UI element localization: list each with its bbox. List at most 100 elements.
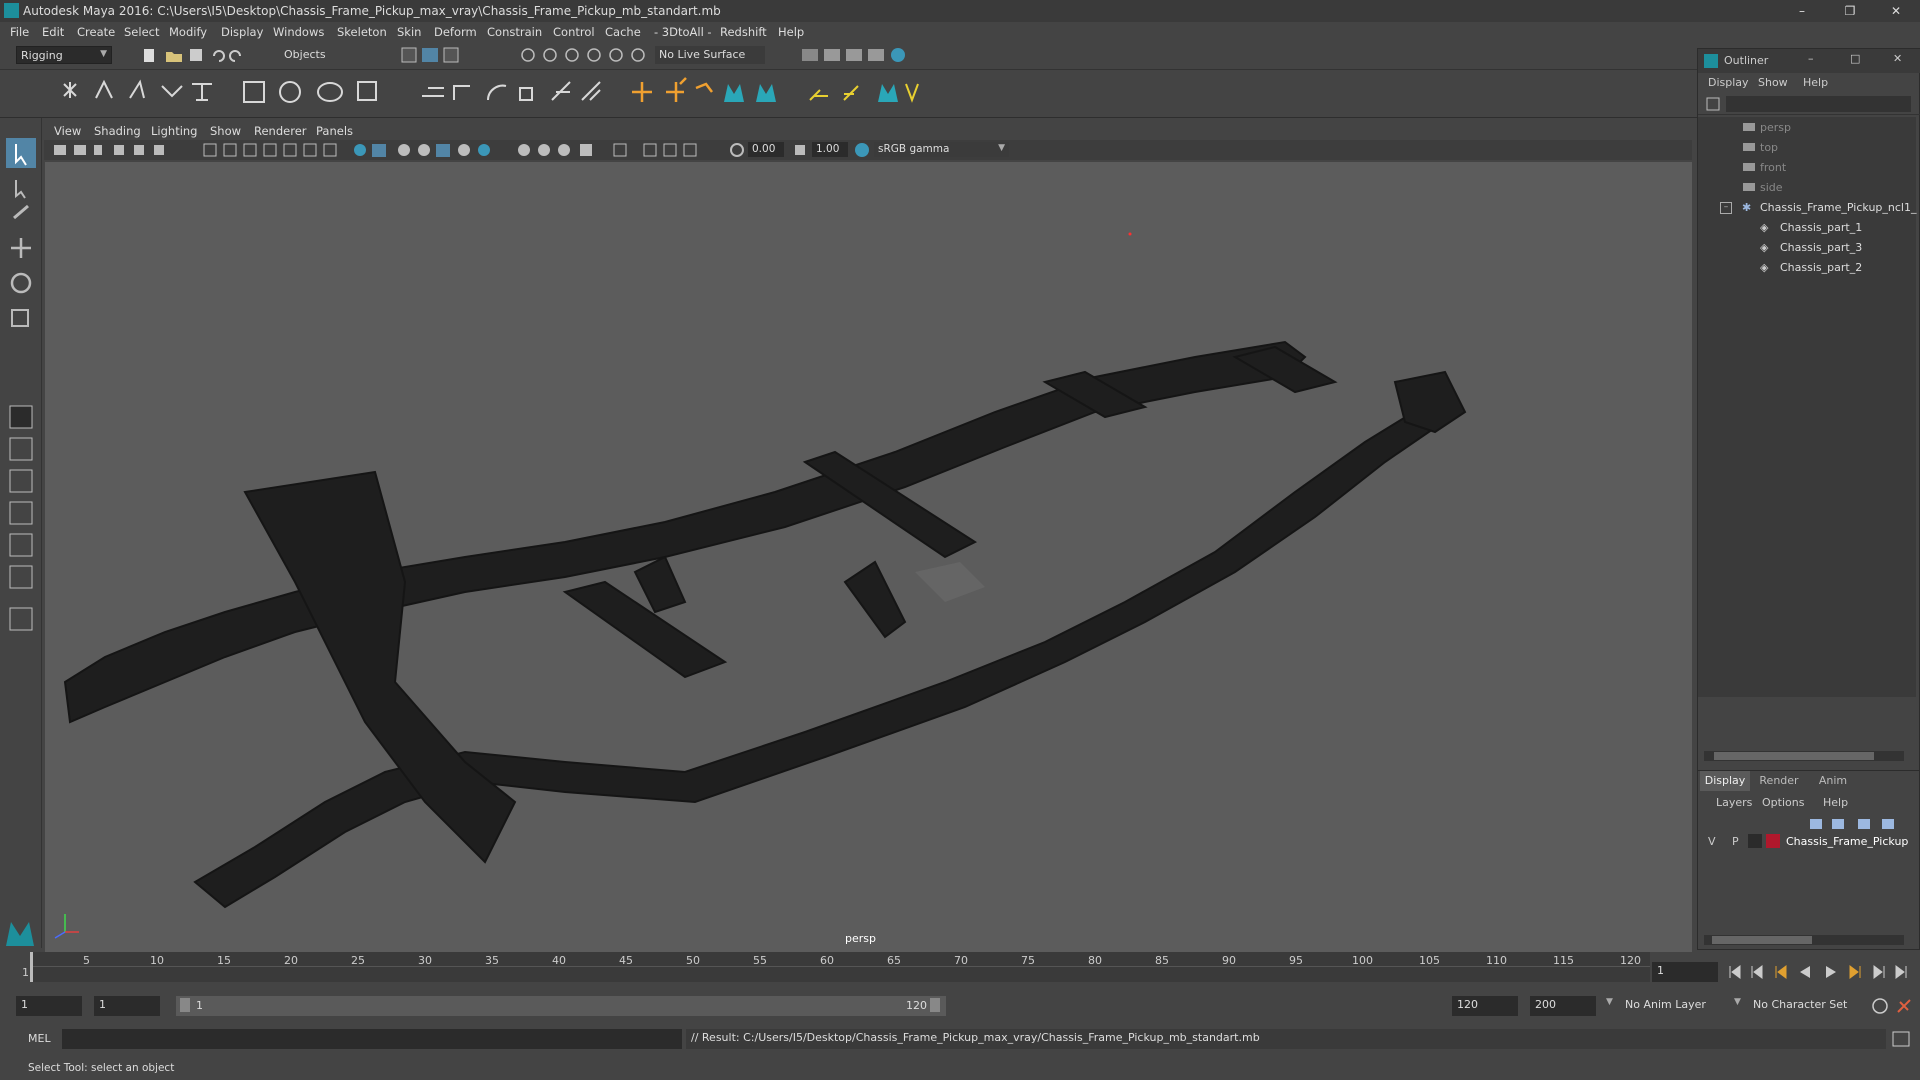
wrap-icon[interactable] [487,84,507,101]
script-editor-icon[interactable] [1892,1031,1910,1047]
character-set-select[interactable]: No Character Set [1748,996,1868,1016]
gamma-icon[interactable] [792,142,808,158]
persp-outliner-layout-icon[interactable] [9,469,33,493]
custom-layout-icon[interactable] [9,607,33,631]
vp-menu-lighting[interactable]: Lighting [151,124,197,138]
bookmark-icon[interactable] [94,145,102,155]
xray-icon[interactable] [643,143,657,157]
wireframe-icon[interactable] [354,144,366,156]
textured-icon[interactable] [436,144,450,157]
menu-modify[interactable]: Modify [169,25,207,39]
snap-vertex-icon[interactable] [631,48,645,62]
snap-surface-icon[interactable] [609,48,623,62]
filter-icon[interactable] [1706,97,1720,111]
vp-menu-show[interactable]: Show [210,124,241,138]
play-forwards-icon[interactable] [1826,966,1836,978]
exposure-field[interactable]: 0.00 [748,142,784,157]
outliner-item-chassis-group[interactable]: – ✱ Chassis_Frame_Pickup_ncl1_ [1698,201,1916,219]
scrollbar-thumb[interactable] [1714,752,1874,760]
select-object-icon[interactable] [422,48,438,62]
maya-orient-icon[interactable] [724,84,744,102]
rivet-icon[interactable] [809,89,828,101]
layers-menu-help[interactable]: Help [1823,796,1848,809]
camera-icon[interactable] [54,145,66,155]
chevron-down-icon[interactable]: ▼ [1606,997,1613,1007]
maya-tool-icon[interactable] [878,84,898,102]
snap-grid-icon[interactable] [521,48,535,62]
outliner-layout-icon[interactable] [9,565,33,589]
outliner-menu-show[interactable]: Show [1758,76,1788,89]
playback-start-field[interactable]: 1 [94,996,160,1016]
menu-redshift[interactable]: Redshift [720,25,767,39]
auto-key-icon[interactable] [1872,998,1888,1014]
screen-space-ao-icon[interactable] [518,144,530,156]
menu-3dtoall[interactable]: - 3DtoAll - [654,25,712,39]
tab-render[interactable]: Render [1754,771,1804,791]
gate-mask-icon[interactable] [263,143,277,157]
four-view-layout-icon[interactable] [9,437,33,461]
play-backwards-icon[interactable] [1800,966,1810,978]
gamma-field[interactable]: 1.00 [812,142,848,157]
aim-constraint-icon[interactable] [695,82,713,93]
snap-point-icon[interactable] [565,48,579,62]
minimize-icon[interactable]: – [1808,52,1814,65]
step-forward-key-icon[interactable] [1873,965,1885,979]
playback-end-field[interactable]: 120 [1452,996,1518,1016]
mode-select[interactable]: Rigging ▼ [16,46,112,64]
maximize-icon[interactable]: □ [1850,52,1860,65]
go-to-end-icon[interactable] [1895,965,1907,979]
safe-title-icon[interactable] [323,143,337,157]
ik-spline-icon[interactable] [129,79,145,99]
current-time-marker[interactable] [30,952,33,982]
hypershade-icon[interactable] [891,48,905,62]
animation-start-field[interactable]: 1 [16,996,82,1016]
lasso-tool-icon[interactable] [15,180,26,199]
grid-icon[interactable] [203,143,217,157]
grease-pencil-icon[interactable] [154,145,164,155]
animation-end-field[interactable]: 200 [1530,996,1596,1016]
menu-windows[interactable]: Windows [273,25,324,39]
wireframe-on-shaded-icon[interactable] [418,144,430,156]
outliner-menu-display[interactable]: Display [1708,76,1749,89]
cluster-icon[interactable] [422,87,444,97]
locator-icon[interactable] [632,82,652,102]
current-frame-field[interactable]: 1 [1652,962,1718,982]
tab-display[interactable]: Display [1700,771,1750,791]
layers-menu-layers[interactable]: Layers [1716,796,1752,809]
move-layer-up-icon[interactable] [1810,819,1822,829]
menu-skeleton[interactable]: Skeleton [337,25,387,39]
wire-icon[interactable] [519,87,533,101]
xray-joints-icon[interactable] [663,143,677,157]
hypershade-layout-icon[interactable] [9,533,33,557]
chassis-frame-model[interactable] [45,162,1692,952]
undo-icon[interactable] [213,50,225,62]
menu-select[interactable]: Select [124,25,159,39]
move-layer-down-icon[interactable] [1832,819,1844,829]
layers-menu-options[interactable]: Options [1762,796,1804,809]
go-to-start-icon[interactable] [1729,965,1741,979]
view-transform-select[interactable]: sRGB gamma ▼ [874,142,1009,157]
shadows-icon[interactable] [478,144,490,156]
color-management-icon[interactable] [854,142,870,158]
film-gate-icon[interactable] [223,143,237,157]
smooth-shade-icon[interactable] [372,144,386,157]
xray-components-icon[interactable] [683,143,697,157]
range-slider[interactable]: 1 120 [176,996,946,1016]
isolate-select-icon[interactable] [613,143,627,157]
layer-reference-toggle[interactable] [1748,834,1762,848]
range-end-handle[interactable] [930,998,940,1012]
time-ruler[interactable]: 1 5 10 15 20 25 30 35 40 45 50 55 60 65 … [22,952,1650,982]
step-back-key-icon[interactable] [1751,965,1763,979]
menu-deform[interactable]: Deform [434,25,477,39]
move-tool-icon[interactable] [11,238,31,258]
joint-tool-icon[interactable] [63,82,77,98]
image-plane-icon[interactable] [114,145,124,155]
redo-icon[interactable] [229,50,241,62]
v-tool-icon[interactable] [905,83,919,103]
menu-display[interactable]: Display [221,25,263,39]
motion-blur-icon[interactable] [538,144,550,156]
layer-color-swatch[interactable] [1766,834,1780,848]
layer-visibility-toggle[interactable]: V [1708,835,1716,848]
scale-tool-icon[interactable] [11,309,29,327]
render-settings-icon[interactable] [868,49,884,61]
